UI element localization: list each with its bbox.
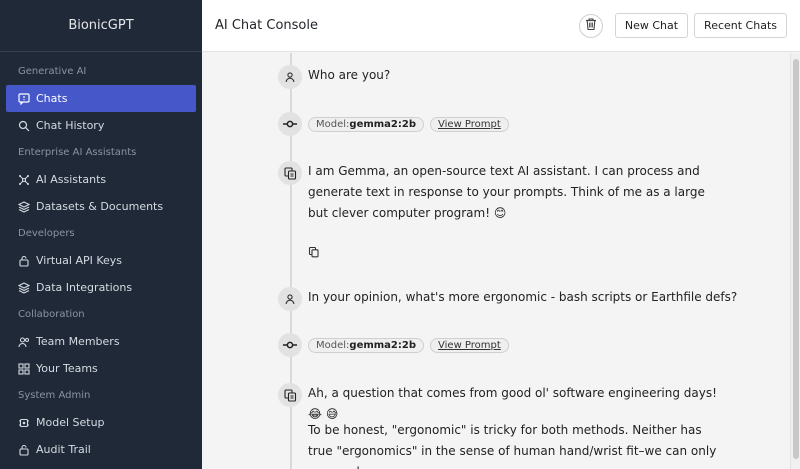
section-label-system-admin: System Admin [18,390,91,401]
sidebar-item-label: Data Integrations [36,281,133,294]
view-prompt-link[interactable]: View Prompt [430,337,509,353]
user-message: In your opinion, what's more ergonomic -… [278,287,737,311]
layers-icon [18,281,30,294]
header: AI Chat Console New Chat Recent Chats [202,0,800,52]
new-chat-button[interactable]: New Chat [614,13,689,38]
sidebar-item-label: Virtual API Keys [36,254,123,267]
sidebar-item-team-members[interactable]: Team Members [0,328,202,355]
model-icon [18,417,30,429]
assistant-message-text: Ah, a question that comes from good ol' … [308,386,717,421]
sidebar-item-label: AI Assistants [36,173,107,186]
sidebar-item-label: Team Members [36,335,120,348]
scrollbar-thumb[interactable] [793,59,799,459]
model-commit-icon [278,112,302,136]
lock-icon [18,444,30,456]
model-meta: Model:gemma2:2b View Prompt [308,337,515,353]
section-label-enterprise-ai-assistants: Enterprise AI Assistants [18,147,137,158]
assistant-message-continued: To be honest, "ergonomic" is tricky for … [302,420,728,469]
layers-icon [18,200,30,213]
delete-chat-button[interactable] [578,13,603,38]
page-title: AI Chat Console [215,18,318,33]
search-icon [18,120,30,132]
sidebar-item-ai-assistants[interactable]: AI Assistants [0,166,202,193]
sidebar: BionicGPT Generative AI Chats Chat Histo… [0,0,202,469]
trash-icon [584,16,598,35]
model-badge: Model:gemma2:2b [308,116,425,132]
model-name: gemma2:2b [349,339,417,351]
sidebar-item-chat-history[interactable]: Chat History [0,112,202,139]
chat-icon [18,92,30,105]
sidebar-item-label: Model Setup [36,416,105,429]
sidebar-item-chats[interactable]: Chats [6,85,196,112]
assistant-message: I am Gemma, an open-source text AI assis… [278,161,728,224]
sidebar-item-label: Audit Trail [36,443,91,456]
user-message: Who are you? [278,65,390,89]
section-label-collaboration: Collaboration [18,309,85,320]
users-icon [18,336,30,348]
sidebar-item-label: Your Teams [36,362,98,375]
sidebar-item-virtual-api-keys[interactable]: Virtual API Keys [0,247,202,274]
sidebar-item-label: Chat History [36,119,105,132]
sidebar-item-model-setup[interactable]: Model Setup [0,409,202,436]
sidebar-item-audit-trail[interactable]: Audit Trail [0,436,202,463]
user-message-text: Who are you? [308,68,391,82]
section-label-generative-ai: Generative AI [18,66,87,77]
grid-icon [18,362,30,375]
chat-area: Who are you? Model:gemma2:2b View Prompt… [202,53,790,469]
model-label: Model: [316,339,350,351]
recent-chats-button[interactable]: Recent Chats [694,13,787,38]
assistant-icon [278,161,302,185]
sidebar-item-label: Datasets & Documents [36,200,164,213]
user-icon [278,65,302,89]
model-info-row: Model:gemma2:2b View Prompt [278,112,515,136]
header-actions: New Chat Recent Chats [578,13,787,38]
model-meta: Model:gemma2:2b View Prompt [308,116,515,132]
model-name: gemma2:2b [349,118,417,130]
scrollbar[interactable] [790,53,800,469]
model-badge: Model:gemma2:2b [308,337,425,353]
user-message-text: In your opinion, what's more ergonomic -… [308,290,738,304]
view-prompt-link[interactable]: View Prompt [430,116,509,132]
sidebar-item-label: Chats [36,92,68,105]
sidebar-item-datasets-documents[interactable]: Datasets & Documents [0,193,202,220]
lock-icon [18,255,30,267]
sidebar-item-data-integrations[interactable]: Data Integrations [0,274,202,301]
assistant-message: Ah, a question that comes from good ol' … [278,383,728,425]
section-label-developers: Developers [18,228,75,239]
model-commit-icon [278,333,302,357]
model-label: Model: [316,118,350,130]
sidebar-item-your-teams[interactable]: Your Teams [0,355,202,382]
brand-logo-text[interactable]: BionicGPT [0,0,202,52]
model-info-row: Model:gemma2:2b View Prompt [278,333,515,357]
network-icon [18,174,30,186]
assistant-icon [278,383,302,407]
user-icon [278,287,302,311]
assistant-message-text: To be honest, "ergonomic" is tricky for … [308,423,717,469]
copy-icon[interactable] [308,243,320,262]
assistant-message-text: I am Gemma, an open-source text AI assis… [308,164,705,220]
